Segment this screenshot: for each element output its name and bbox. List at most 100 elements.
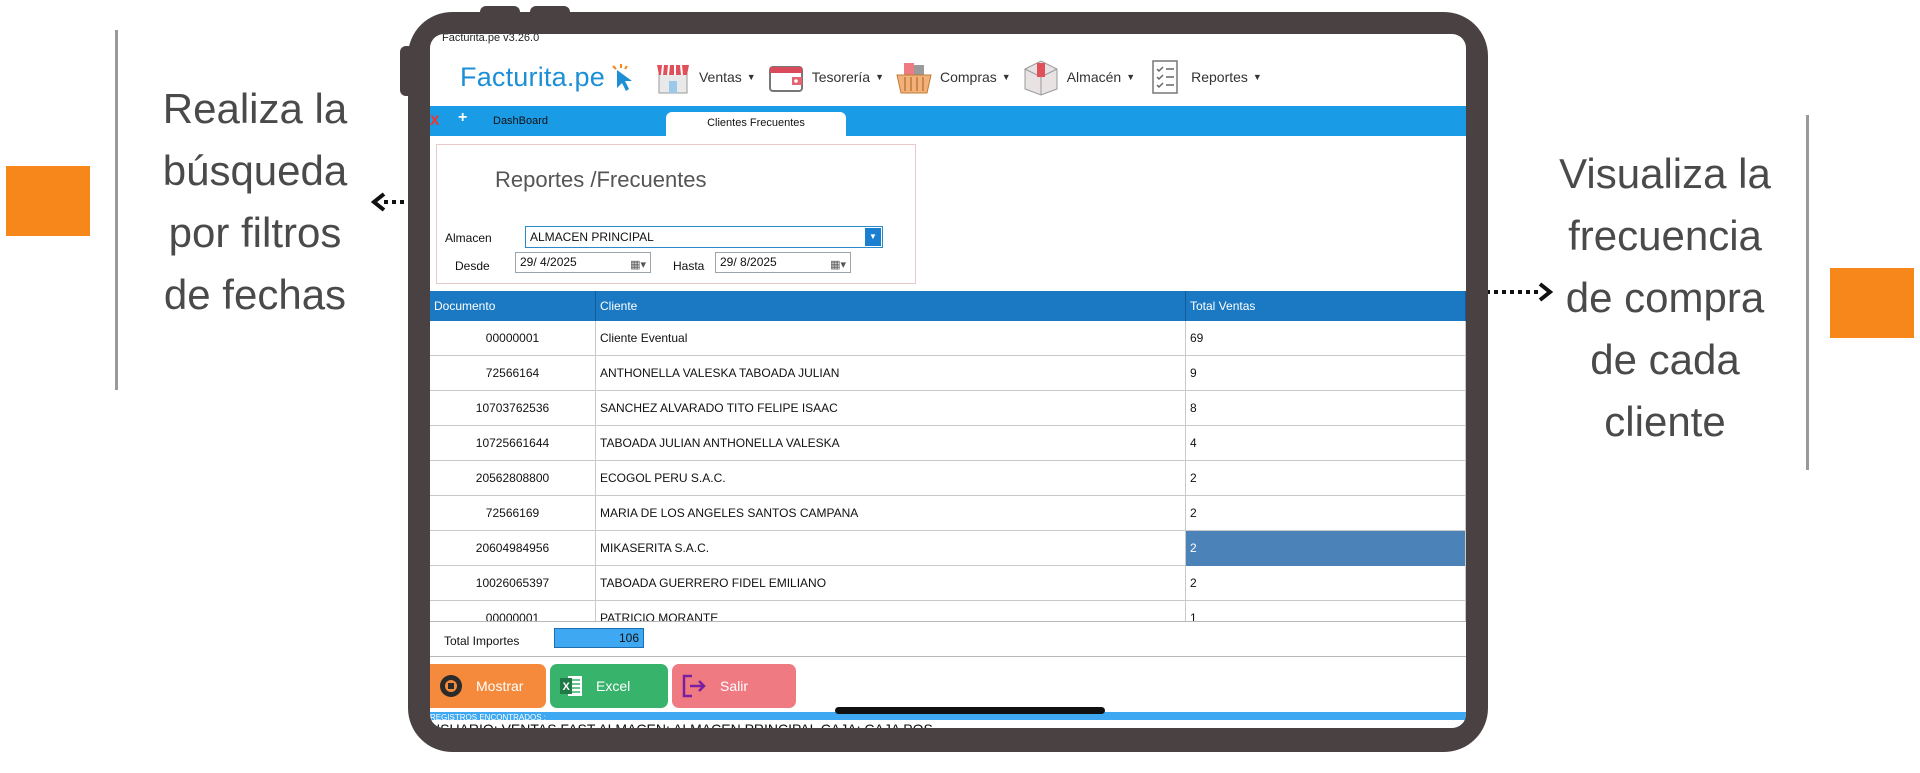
total-ventas-cell[interactable]: 8 <box>1186 391 1466 426</box>
refresh-icon <box>440 675 462 697</box>
menu-almacen[interactable]: Almacén ▼ <box>1021 57 1135 97</box>
grid-header: Documento Cliente Total Ventas <box>430 291 1466 321</box>
documento-cell[interactable]: 20604984956 <box>430 531 596 566</box>
menu-bar: Facturita.pe Ventas ▼ Tesorería ▼ Compra… <box>430 48 1466 106</box>
close-tab-icon[interactable]: X <box>430 112 444 128</box>
menu-compras[interactable]: Compras ▼ <box>894 57 1011 97</box>
home-indicator <box>835 707 1105 714</box>
documento-cell[interactable]: 00000001 <box>430 601 596 621</box>
right-accent-square <box>1830 268 1914 338</box>
presentation-slide: Realiza la búsqueda por filtros de fecha… <box>0 0 1920 773</box>
add-tab-icon[interactable]: + <box>458 109 467 127</box>
salir-label: Salir <box>720 678 749 694</box>
cliente-cell[interactable]: Cliente Eventual <box>596 321 1186 356</box>
clientes-grid: Documento Cliente Total Ventas 00000001 C… <box>430 291 1466 621</box>
table-row[interactable]: 72566164 ANTHONELLA VALESKA TABOADA JULIA… <box>430 356 1466 391</box>
total-ventas-cell[interactable]: 69 <box>1186 321 1466 356</box>
tablet-top-button <box>480 6 520 20</box>
session-info-text: USUARIO: VENTAS FAST ALMACEN: ALMACEN PR… <box>430 720 1466 728</box>
app-logo: Facturita.pe <box>460 61 605 92</box>
cliente-cell[interactable]: TABOADA GUERRERO FIDEL EMILIANO <box>596 566 1186 601</box>
left-callout-line: Realiza la <box>162 85 348 132</box>
mostrar-button[interactable]: Mostrar <box>430 664 546 708</box>
documento-cell[interactable]: 00000001 <box>430 321 596 356</box>
hasta-label: Hasta <box>673 259 705 273</box>
table-row[interactable]: 72566169 MARIA DE LOS ANGELES SANTOS CAMP… <box>430 496 1466 531</box>
salir-button[interactable]: Salir <box>672 664 796 708</box>
desde-date-picker[interactable]: 29/ 4/2025 ▦▾ <box>515 252 651 273</box>
calendar-icon[interactable]: ▦▾ <box>630 256 646 275</box>
column-header-total-ventas[interactable]: Total Ventas <box>1186 291 1466 321</box>
svg-text:X: X <box>563 681 571 693</box>
left-accent-square <box>6 166 90 236</box>
right-callout-line: Visualiza la <box>1559 150 1771 197</box>
menu-label: Compras <box>940 69 997 85</box>
box-icon <box>1024 60 1058 96</box>
total-ventas-cell[interactable]: 2 <box>1186 531 1466 566</box>
menu-reportes[interactable]: Reportes ▼ <box>1145 57 1262 97</box>
right-callout-line: de cada <box>1590 336 1740 383</box>
tablet-frame: Facturita.pe v3.26.0 Facturita.pe Ventas… <box>400 6 1488 752</box>
tab-strip: X + DashBoard Clientes Frecuentes <box>430 106 1466 136</box>
right-divider-line <box>1806 115 1809 470</box>
almacen-select[interactable]: ALMACEN PRINCIPAL ▼ <box>525 226 883 248</box>
basket-icon <box>896 63 932 94</box>
left-callout-line: de fechas <box>163 271 347 318</box>
column-header-documento[interactable]: Documento <box>430 291 596 321</box>
right-callout-line: frecuencia <box>1568 212 1762 259</box>
table-row[interactable]: 20604984956 MIKASERITA S.A.C. 2 <box>430 531 1466 566</box>
cliente-cell[interactable]: ECOGOL PERU S.A.C. <box>596 461 1186 496</box>
right-callout-text: Visualiza la frecuencia de compra de cad… <box>1530 143 1800 453</box>
excel-button[interactable]: X Excel <box>550 664 668 708</box>
documento-cell[interactable]: 72566164 <box>430 356 596 391</box>
documento-cell[interactable]: 10703762536 <box>430 391 596 426</box>
calendar-icon[interactable]: ▦▾ <box>830 256 846 275</box>
almacen-label: Almacen <box>445 231 492 245</box>
documento-cell[interactable]: 20562808800 <box>430 461 596 496</box>
tab-clientes-frecuentes[interactable]: Clientes Frecuentes <box>666 112 846 136</box>
table-row[interactable]: 20562808800 ECOGOL PERU S.A.C. 2 <box>430 461 1466 496</box>
cliente-cell[interactable]: SANCHEZ ALVARADO TITO FELIPE ISAAC <box>596 391 1186 426</box>
left-callout-text: Realiza la búsqueda por filtros de fecha… <box>130 78 380 326</box>
right-callout-line: de compra <box>1565 274 1765 321</box>
menu-ventas[interactable]: Ventas ▼ <box>653 57 756 97</box>
total-ventas-cell[interactable]: 1 <box>1186 601 1466 621</box>
column-header-cliente[interactable]: Cliente <box>596 291 1186 321</box>
total-ventas-cell[interactable]: 2 <box>1186 496 1466 531</box>
table-row[interactable]: 00000001 Cliente Eventual 69 <box>430 321 1466 356</box>
menu-label: Tesorería <box>811 69 871 85</box>
hasta-date-value: 29/ 8/2025 <box>720 255 777 269</box>
excel-label: Excel <box>596 678 631 694</box>
tab-dashboard[interactable]: DashBoard <box>493 115 548 127</box>
documento-cell[interactable]: 10026065397 <box>430 566 596 601</box>
caret-down-icon: ▼ <box>1252 72 1262 82</box>
documento-cell[interactable]: 10725661644 <box>430 426 596 461</box>
checklist-icon <box>1152 60 1178 94</box>
total-ventas-cell[interactable]: 4 <box>1186 426 1466 461</box>
total-ventas-cell[interactable]: 9 <box>1186 356 1466 391</box>
menu-label: Almacén <box>1066 69 1122 85</box>
total-importes-value: 106 <box>554 628 644 648</box>
exit-icon <box>682 674 706 698</box>
tablet-screen: Facturita.pe v3.26.0 Facturita.pe Ventas… <box>430 34 1466 728</box>
table-row[interactable]: 00000001 PATRICIO MORANTE 1 <box>430 601 1466 621</box>
total-ventas-cell[interactable]: 2 <box>1186 461 1466 496</box>
hasta-date-picker[interactable]: 29/ 8/2025 ▦▾ <box>715 252 851 273</box>
left-divider-line <box>115 30 118 390</box>
cliente-cell[interactable]: ANTHONELLA VALESKA TABOADA JULIAN <box>596 356 1186 391</box>
menu-label: Ventas <box>698 69 742 85</box>
menu-tesoreria[interactable]: Tesorería ▼ <box>766 57 884 97</box>
cliente-cell[interactable]: TABOADA JULIAN ANTHONELLA VALESKA <box>596 426 1186 461</box>
page-title: Reportes /Frecuentes <box>495 167 707 192</box>
total-importes-label: Total Importes <box>444 634 520 648</box>
table-row[interactable]: 10725661644 TABOADA JULIAN ANTHONELLA VAL… <box>430 426 1466 461</box>
documento-cell[interactable]: 72566169 <box>430 496 596 531</box>
table-row[interactable]: 10026065397 TABOADA GUERRERO FIDEL EMILIA… <box>430 566 1466 601</box>
cliente-cell[interactable]: PATRICIO MORANTE <box>596 601 1186 621</box>
cliente-cell[interactable]: MARIA DE LOS ANGELES SANTOS CAMPANA <box>596 496 1186 531</box>
action-bar: Mostrar X Excel Salir <box>430 662 1466 710</box>
cliente-cell[interactable]: MIKASERITA S.A.C. <box>596 531 1186 566</box>
total-ventas-cell[interactable]: 2 <box>1186 566 1466 601</box>
dropdown-arrow-icon[interactable]: ▼ <box>865 228 881 246</box>
table-row[interactable]: 10703762536 SANCHEZ ALVARADO TITO FELIPE … <box>430 391 1466 426</box>
